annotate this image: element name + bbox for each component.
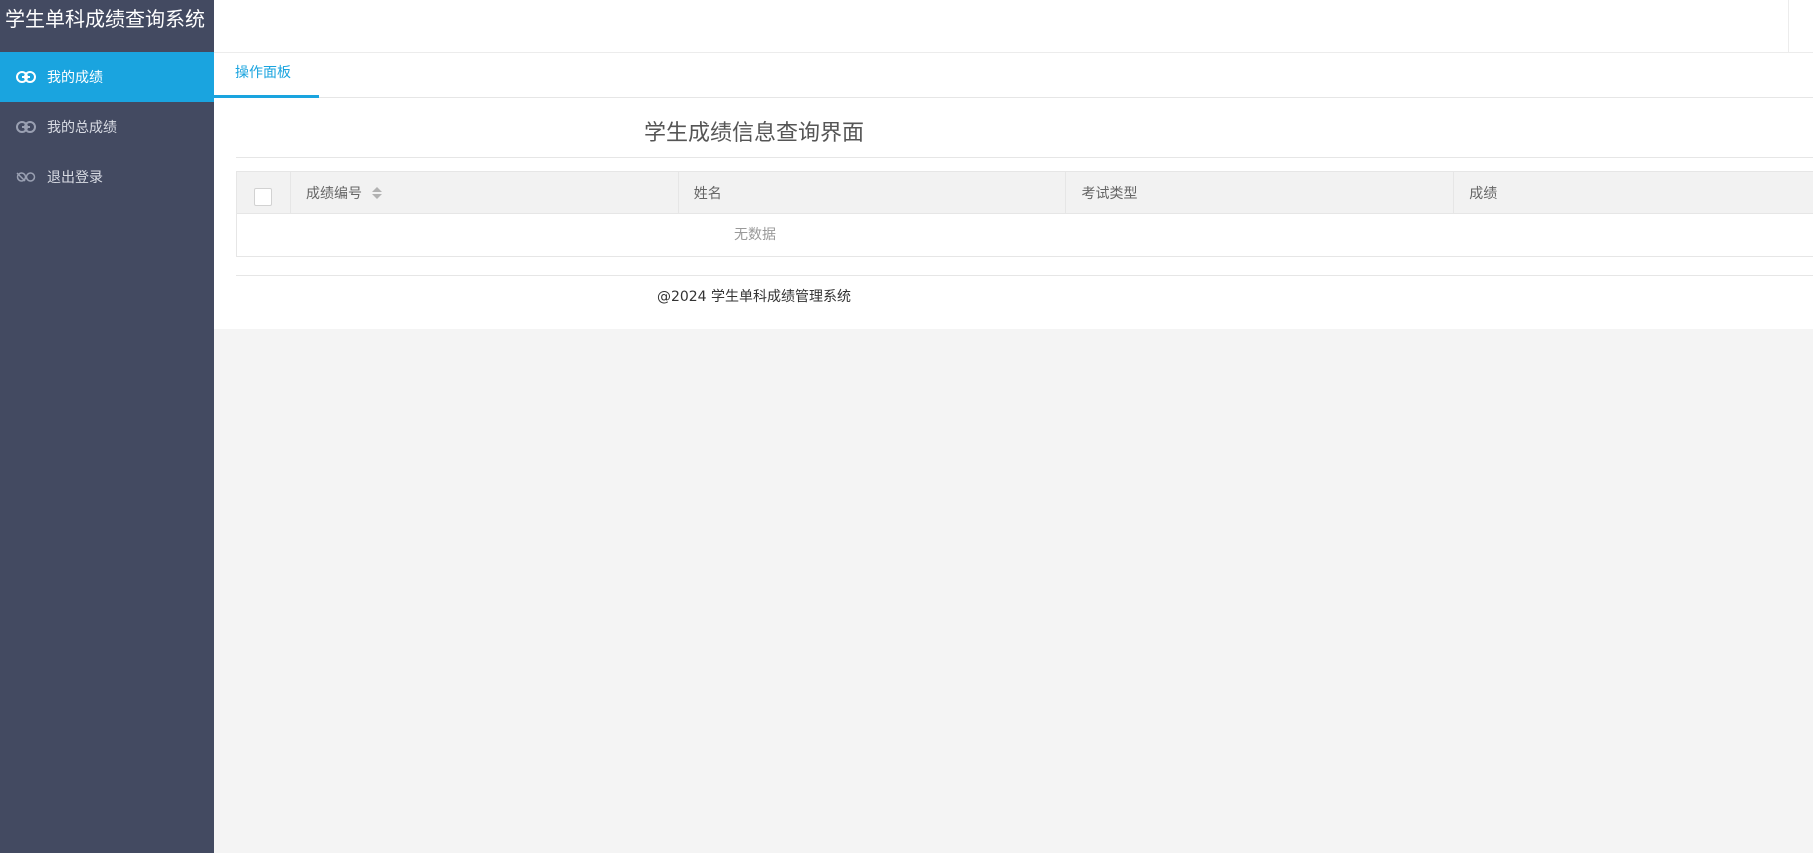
column-header-name: 姓名 xyxy=(679,172,1067,213)
column-label: 姓名 xyxy=(693,185,722,202)
header-divider xyxy=(1788,0,1789,52)
app-title: 学生单科成绩查询系统 xyxy=(5,7,205,31)
column-label: 考试类型 xyxy=(1081,185,1138,202)
table-empty-row: 无数据 xyxy=(734,227,776,243)
select-all-checkbox[interactable] xyxy=(254,188,273,206)
sidebar-item-my-scores[interactable]: 我的成绩 xyxy=(0,52,214,102)
column-header-score: 成绩 xyxy=(1454,172,1813,213)
table-header: 成绩编号 姓名 考试类型 成绩 xyxy=(237,172,1813,214)
sidebar-item-logout[interactable]: 退出登录 xyxy=(0,152,214,202)
link-icon xyxy=(15,120,37,134)
tab-bar: 操作面板 xyxy=(214,53,1813,98)
tab-operation-panel[interactable]: 操作面板 xyxy=(214,53,319,98)
column-label: 成绩编号 xyxy=(305,185,362,202)
column-header-exam-type: 考试类型 xyxy=(1066,172,1455,213)
title-divider xyxy=(236,157,1813,158)
footer-copyright: @2024 学生单科成绩管理系统 xyxy=(656,289,852,305)
select-all-cell xyxy=(237,172,291,213)
sidebar-item-label: 我的成绩 xyxy=(47,70,103,86)
sidebar-item-my-total-scores[interactable]: 我的总成绩 xyxy=(0,102,214,152)
main-content: 操作面板 学生成绩信息查询界面 成绩编号 姓名 考试类型 成绩 无数据 @202… xyxy=(214,53,1813,329)
sidebar-item-label: 退出登录 xyxy=(47,170,103,186)
link-icon xyxy=(15,70,37,84)
column-header-score-id[interactable]: 成绩编号 xyxy=(291,172,679,213)
page-title: 学生成绩信息查询界面 xyxy=(643,121,864,146)
logout-icon xyxy=(15,170,37,184)
top-header xyxy=(214,0,1813,53)
sort-icon[interactable] xyxy=(371,186,382,199)
scores-table: 成绩编号 姓名 考试类型 成绩 无数据 xyxy=(236,171,1813,257)
sidebar: 学生单科成绩查询系统 我的成绩 我的总成绩 退出登录 xyxy=(0,0,214,853)
footer-divider xyxy=(236,275,1813,276)
column-label: 成绩 xyxy=(1469,185,1498,202)
sidebar-item-label: 我的总成绩 xyxy=(47,120,117,136)
